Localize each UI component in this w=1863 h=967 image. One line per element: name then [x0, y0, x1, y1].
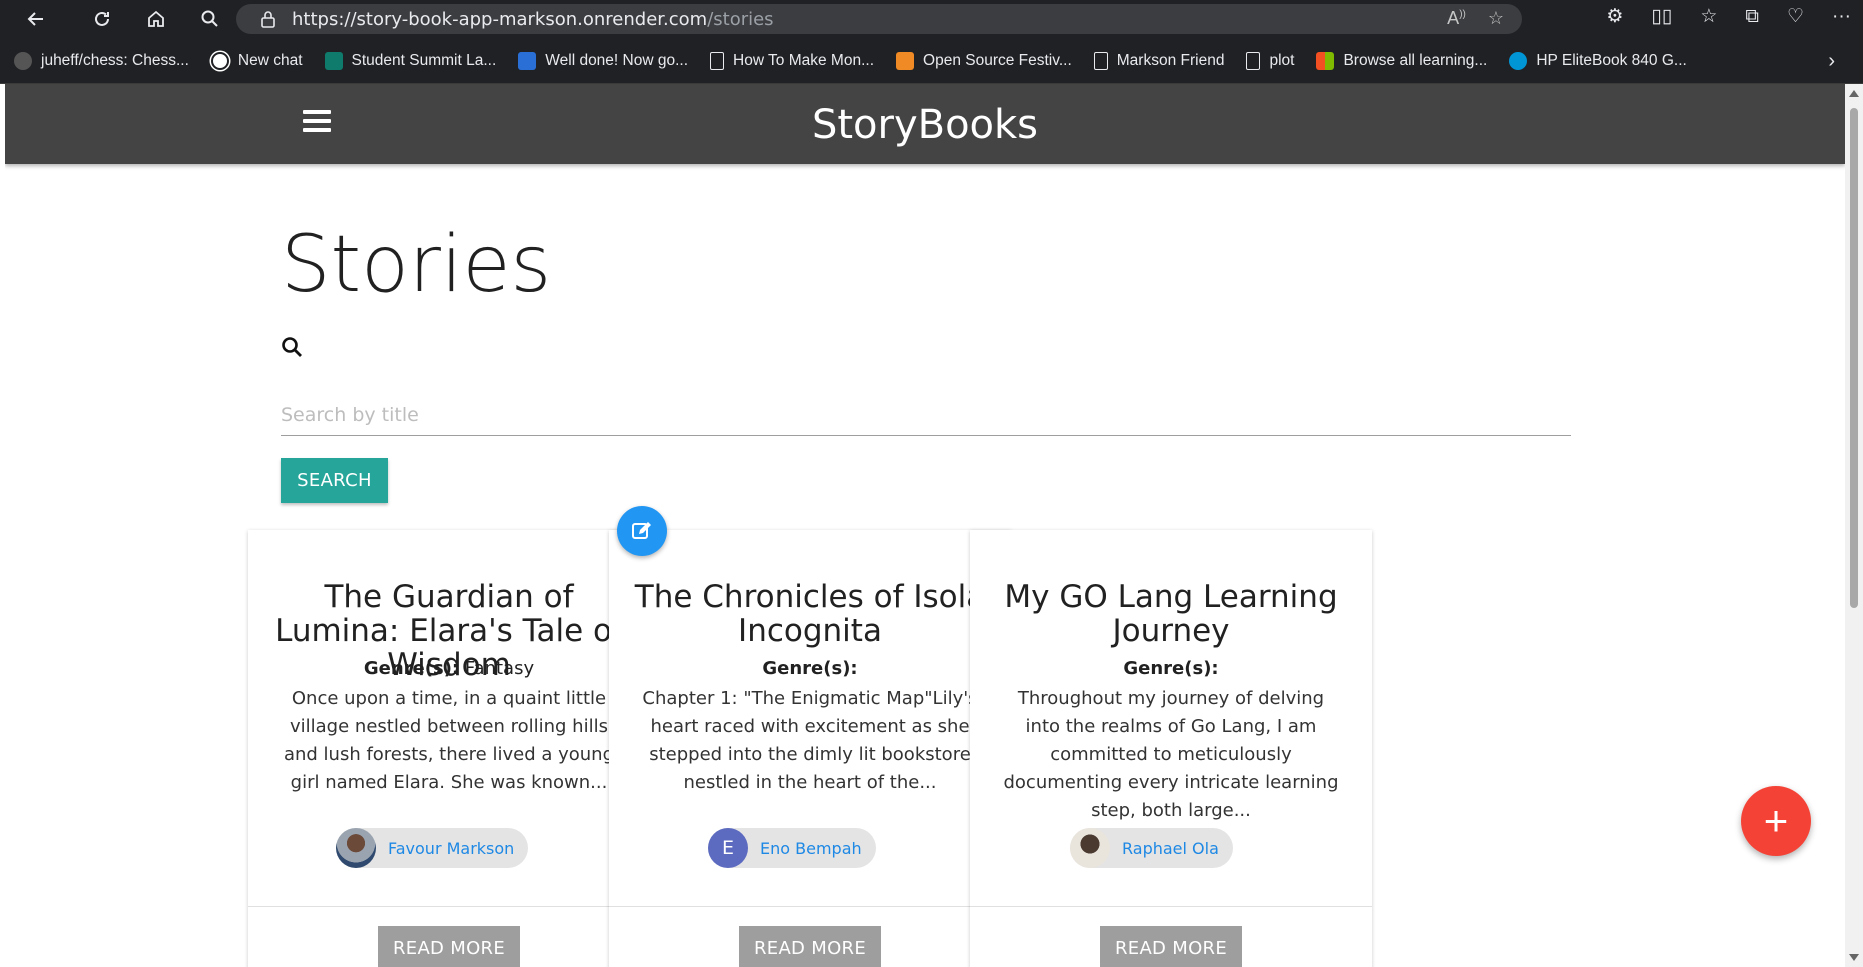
bookmark-label: HP EliteBook 840 G... — [1536, 51, 1687, 69]
read-more-button[interactable]: READ MORE — [378, 926, 520, 967]
edit-story-button[interactable] — [617, 506, 667, 556]
add-story-button[interactable]: + — [1741, 786, 1811, 856]
card-divider — [248, 906, 650, 907]
brand-logo[interactable]: StoryBooks — [5, 102, 1845, 148]
bookmark-item[interactable]: HP EliteBook 840 G... — [1509, 51, 1687, 70]
read-more-button[interactable]: READ MORE — [1100, 926, 1242, 967]
story-card: The Chronicles of Isola Incognita Genre(… — [609, 530, 1011, 967]
hp-icon — [1509, 51, 1528, 70]
bookmark-item[interactable]: Browse all learning... — [1316, 51, 1488, 70]
forms-icon — [324, 51, 343, 70]
author-chip[interactable]: Favour Markson — [336, 828, 529, 868]
story-card: The Guardian of Lumina: Elara's Tale of … — [248, 530, 650, 967]
scrollbar-thumb[interactable] — [1850, 108, 1858, 608]
author-avatar — [336, 828, 376, 868]
bookmark-item[interactable]: Well done! Now go... — [518, 51, 689, 70]
page-icon — [1246, 51, 1261, 70]
bookmark-label: Student Summit La... — [351, 51, 497, 69]
page-icon — [710, 51, 725, 70]
url-host: https://story-book-app-markson.onrender.… — [292, 8, 708, 30]
chatgpt-icon — [210, 51, 229, 70]
url-path: /stories — [707, 8, 774, 30]
author-avatar: E — [708, 828, 748, 868]
story-genre: Genre(s): — [990, 658, 1352, 679]
app-navbar: StoryBooks — [5, 84, 1845, 164]
bookmark-label: juheff/chess: Chess... — [41, 51, 189, 69]
search-input[interactable] — [281, 394, 1571, 436]
more-options-icon[interactable]: ··· — [1832, 6, 1851, 28]
author-avatar — [1070, 828, 1110, 868]
page-scrollbar[interactable] — [1845, 84, 1863, 967]
page-icon — [1093, 51, 1108, 70]
osf-icon — [896, 51, 915, 70]
genre-label: Genre(s): — [762, 658, 858, 679]
story-title: The Chronicles of Isola Incognita — [634, 579, 986, 649]
page-viewport: StoryBooks Stories SEARCH The Guardian o… — [5, 84, 1845, 967]
story-excerpt: Once upon a time, in a quaint little vil… — [283, 688, 615, 793]
genre-label: Genre(s): — [363, 658, 460, 679]
bookmark-item[interactable]: How To Make Mon... — [710, 51, 875, 70]
favorite-star-icon[interactable]: ☆ — [1488, 8, 1504, 29]
bookmark-item[interactable]: New chat — [210, 51, 303, 70]
browser-essentials-icon[interactable]: ♡ — [1787, 5, 1804, 28]
bookmark-label: How To Make Mon... — [733, 51, 875, 69]
story-card: My GO Lang Learning Journey Genre(s): Th… — [970, 530, 1372, 967]
bookmarks-bar: juheff/chess: Chess... New chat Student Su… — [0, 38, 1863, 84]
bookmark-label: New chat — [237, 51, 303, 69]
split-screen-icon[interactable]: ▯▯ — [1651, 5, 1672, 28]
search-button[interactable]: SEARCH — [281, 458, 388, 503]
card-divider — [970, 906, 1372, 907]
scroll-down-arrow-icon[interactable] — [1849, 954, 1859, 961]
browser-toolbar: https://story-book-app-markson.onrender.… — [0, 0, 1863, 38]
page-title: Stories — [281, 220, 552, 310]
back-arrow-icon[interactable] — [22, 5, 50, 33]
bookmarks-overflow-chevron-icon[interactable]: › — [1828, 50, 1835, 73]
bookmark-label: Browse all learning... — [1343, 51, 1488, 69]
genre-value: Fantasy — [464, 658, 535, 679]
story-genre: Genre(s): — [629, 658, 991, 679]
github-icon — [14, 51, 32, 70]
author-name[interactable]: Eno Bempah — [760, 839, 862, 858]
browser-search-icon[interactable] — [196, 5, 224, 33]
author-chip[interactable]: E Eno Bempah — [708, 828, 876, 868]
address-bar[interactable]: https://story-book-app-markson.onrender.… — [236, 4, 1522, 34]
read-aloud-icon[interactable]: A)) — [1447, 8, 1466, 29]
favorites-icon[interactable]: ☆ — [1700, 5, 1717, 28]
bookmark-item[interactable]: Markson Friend — [1093, 51, 1225, 70]
author-name[interactable]: Raphael Ola — [1122, 839, 1219, 858]
edit-icon — [632, 522, 651, 539]
url-text: https://story-book-app-markson.onrender.… — [292, 9, 774, 30]
bookmark-item[interactable]: juheff/chess: Chess... — [14, 51, 189, 70]
bookmark-label: plot — [1269, 51, 1295, 69]
card-divider — [609, 906, 1011, 907]
bookmark-item[interactable]: plot — [1246, 51, 1295, 70]
author-name[interactable]: Favour Markson — [388, 839, 514, 858]
lock-icon — [261, 11, 275, 28]
bookmark-label: Well done! Now go... — [545, 51, 689, 69]
genre-label: Genre(s): — [1123, 658, 1219, 679]
plus-icon: + — [1763, 797, 1789, 844]
bookmark-label: Open Source Festiv... — [923, 51, 1072, 69]
quiz-icon — [518, 51, 537, 70]
bookmark-item[interactable]: Student Summit La... — [324, 51, 497, 70]
collections-icon[interactable]: ⧉ — [1745, 6, 1759, 28]
bookmark-item[interactable]: Open Source Festiv... — [896, 51, 1072, 70]
extensions-icon[interactable]: ⚙ — [1606, 5, 1623, 28]
story-title: My GO Lang Learning Journey — [1004, 579, 1338, 649]
reload-icon[interactable] — [88, 5, 116, 33]
home-icon[interactable] — [142, 5, 170, 33]
microsoft-icon — [1316, 51, 1335, 70]
search-icon — [282, 337, 302, 357]
read-more-button[interactable]: READ MORE — [739, 926, 881, 967]
scroll-up-arrow-icon[interactable] — [1849, 90, 1859, 97]
story-genre: Genre(s): Fantasy — [268, 658, 630, 679]
author-chip[interactable]: Raphael Ola — [1070, 828, 1233, 868]
story-excerpt: Throughout my journey of delving into th… — [1003, 688, 1339, 821]
story-excerpt: Chapter 1: "The Enigmatic Map"Lily's hea… — [642, 688, 978, 793]
bookmark-label: Markson Friend — [1116, 51, 1225, 69]
